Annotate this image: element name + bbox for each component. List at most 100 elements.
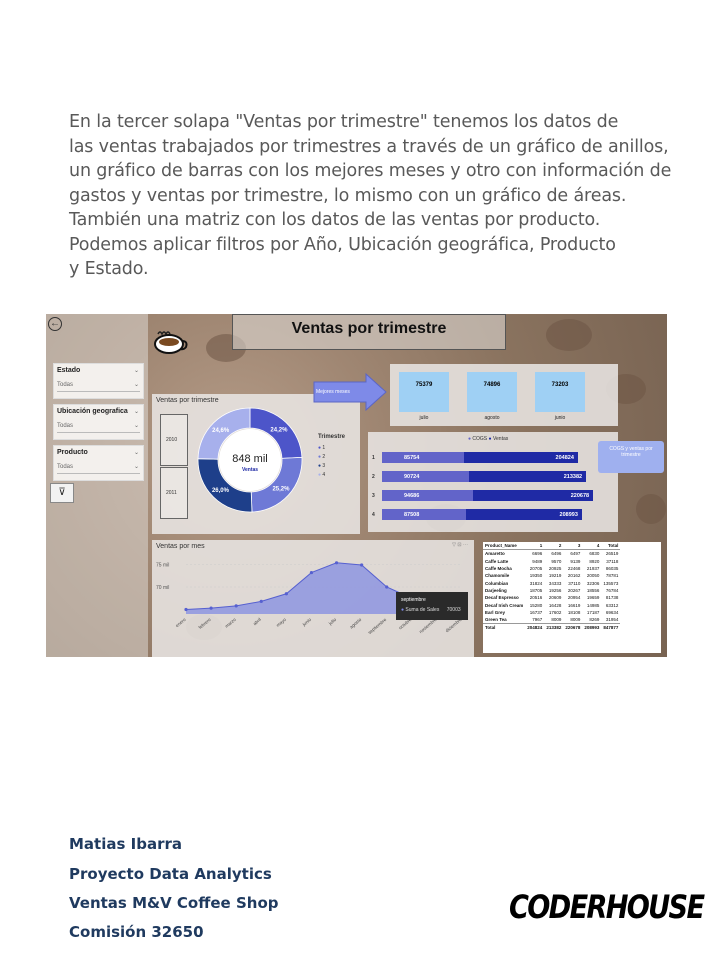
legend-item-1[interactable]: ● 1 (318, 445, 325, 451)
kpi-agosto: 74896 (467, 372, 517, 412)
legend-item-3[interactable]: ● 3 (318, 463, 325, 469)
bar-category: 4 (372, 512, 375, 518)
x-tick-label: marzo (224, 617, 237, 629)
x-tick-label: enero (175, 617, 187, 629)
chevron-down-icon[interactable]: ⌄ (134, 449, 139, 456)
matrix-row[interactable]: Decaf Espresso 20516 20609 20954 19659 81738 (483, 594, 620, 601)
matrix-row[interactable]: Earl Grey 16737 17602 18108 17187 69634 (483, 609, 620, 616)
bar-category: 2 (372, 474, 375, 480)
intro-line: En la tercer solapa "Ventas por trimestr… (69, 112, 619, 132)
y-tick-label: 75 mil (156, 563, 169, 569)
donut-chart: 24,2% 25,2% 26,0% 24,6% 848 mil Ventas (197, 407, 303, 513)
cogs-ventas-label: COGS y ventas por trimestre (609, 446, 653, 458)
bar-category: 3 (372, 493, 375, 499)
y-tick-label: 70 mil (156, 585, 169, 591)
clear-filter-icon[interactable]: ⊽ (50, 483, 74, 503)
area-point-junio[interactable] (309, 570, 314, 575)
intro-line: gastos y ventas por trimestre, lo mismo … (69, 185, 627, 206)
area-point-mayo[interactable] (284, 592, 288, 596)
donut-center-label: Ventas (242, 467, 258, 473)
matrix-row[interactable]: Decaf Irish Cream 15280 16428 16619 14985 633… (483, 601, 620, 608)
slicer-estado[interactable]: Estado ⌄ Todas ⌄ (53, 363, 144, 399)
matrix-row[interactable]: Amaretto 6696 6496 6497 6830 26519 (483, 550, 620, 558)
back-arrow-icon[interactable]: ← (48, 317, 62, 331)
x-tick-label: mayo (275, 617, 287, 628)
donut-center-value: 848 mil (232, 453, 267, 465)
footer-commission: Comisión 32650 (69, 923, 204, 941)
cogs-bar[interactable]: 90724 (382, 471, 469, 482)
cogs-bar[interactable]: 94686 (382, 490, 473, 501)
dashboard-screenshot: ← Estado ⌄ Todas ⌄ Ubicación geografica … (46, 314, 667, 657)
footer-project: Proyecto Data Analytics (69, 865, 272, 883)
chevron-down-icon[interactable]: ⌄ (134, 422, 139, 429)
matrix-row[interactable]: Chamomile 19350 19219 20162 20050 78781 (483, 572, 620, 579)
bar-category: 1 (372, 455, 375, 461)
matrix-row[interactable]: Caffe Mocha 20705 20925 22468 21937 86035 (483, 565, 620, 572)
donut-legend: ● 1 ● 2 ● 3 ● 4 (318, 445, 325, 481)
chevron-down-icon[interactable]: ⌄ (134, 381, 139, 388)
chevron-down-icon[interactable]: ⌄ (134, 367, 139, 374)
slicer-producto[interactable]: Producto ⌄ Todas ⌄ (53, 445, 144, 481)
matrix-row[interactable]: Darjeeling 18705 19256 20267 18556 76784 (483, 587, 620, 594)
donut-slice-label: 25,2% (272, 486, 290, 492)
area-point-abril[interactable] (259, 599, 263, 603)
x-tick-label: agosto (349, 617, 363, 630)
chevron-down-icon[interactable]: ⌄ (134, 463, 139, 470)
intro-line: También una matriz con los datos de las … (69, 210, 601, 230)
legend-item-4[interactable]: ● 4 (318, 472, 325, 478)
dashboard-title-box: Ventas por trimestre (232, 314, 506, 350)
kpi-label: agosto (484, 415, 500, 421)
donut-slice-label: 24,2% (270, 428, 288, 434)
kpi-junio: 73203 (535, 372, 585, 412)
year-label: 2011 (166, 490, 177, 496)
donut-slice-label: 26,0% (212, 488, 230, 494)
mejores-meses-label: Mejores meses (316, 389, 350, 395)
slicer-value: Todas (57, 423, 74, 429)
intro-line: Podemos aplicar filtros por Año, Ubicaci… (69, 234, 616, 255)
area-point-enero[interactable] (184, 607, 188, 612)
cogs-ventas-card: ● COGS ● Ventas 1 204824 85754 2 213382 90724… (368, 432, 618, 532)
matrix-total: Total 204824 213382 220678 208993 847877 (483, 623, 621, 632)
cogs-bar[interactable]: 87508 (382, 509, 466, 520)
area-point-septiembre[interactable] (385, 585, 389, 589)
kpi-card: 75379 julio 74896 agosto 73203 junio (390, 364, 618, 426)
x-tick-label: junio (301, 617, 313, 628)
legend-item-2[interactable]: ● 2 (318, 454, 325, 460)
slicer-value: Todas (57, 382, 74, 388)
tooltip-title: septiembre (401, 597, 426, 603)
area-point-julio[interactable] (334, 561, 339, 565)
x-tick-label: septiembre (367, 617, 388, 635)
intro-line: y Estado. (69, 259, 149, 279)
x-tick-label: julio (327, 617, 337, 627)
product-matrix: Product_Name 1 2 3 4 Total Amaretto 6696 6496 649… (483, 542, 661, 653)
donut-slice-label: 24,6% (212, 428, 230, 434)
intro-line: un gráfico de barras con los mejores mes… (69, 161, 672, 181)
coffee-cup-icon (154, 331, 188, 354)
cogs-ventas-label-box: COGS y ventas por trimestre (598, 441, 664, 473)
slicer-ubicacion[interactable]: Ubicación geografica ⌄ Todas ⌄ (53, 404, 144, 440)
matrix-row[interactable]: Columbian 31824 34333 37110 32306 135573 (483, 579, 620, 586)
intro-line: las ventas trabajados por trimestres a t… (69, 136, 669, 157)
year-card-2010[interactable]: 2010 (160, 414, 188, 466)
bar-legend: ● COGS ● Ventas (468, 436, 509, 442)
matrix-row[interactable]: Green Tea 7967 8009 8009 8269 31954 (483, 616, 620, 624)
area-point-marzo[interactable] (234, 604, 238, 608)
slicer-label: Producto (57, 449, 88, 456)
tooltip: septiembre ● Suma de Sales 70003 (396, 592, 468, 620)
intro-text: En la tercer solapa "Ventas por trimestr… (69, 110, 679, 282)
year-card-2011[interactable]: 2011 (160, 467, 188, 519)
year-label: 2010 (166, 437, 178, 443)
chevron-down-icon[interactable]: ⌄ (134, 408, 139, 415)
area-point-agosto[interactable] (360, 563, 364, 567)
x-tick-label: febrero (198, 617, 213, 630)
visual-header-icons[interactable]: ▽ ⊡ ⋯ (452, 542, 468, 548)
slicer-label: Estado (57, 367, 81, 374)
coderhouse-logo: CODERHOUSE (509, 888, 705, 926)
matrix-row[interactable]: Caffe Latte 9489 9570 9139 8920 37118 (483, 558, 620, 565)
area-card: Ventas por mes ▽ ⊡ ⋯ 75 mil 70 mil enero fe… (152, 540, 474, 657)
kpi-julio: 75379 (399, 372, 449, 412)
slicer-label: Ubicación geografica (57, 408, 128, 415)
cogs-bar[interactable]: 85754 (382, 452, 465, 463)
area-point-febrero[interactable] (209, 606, 213, 610)
slicer-value: Todas (57, 464, 74, 470)
